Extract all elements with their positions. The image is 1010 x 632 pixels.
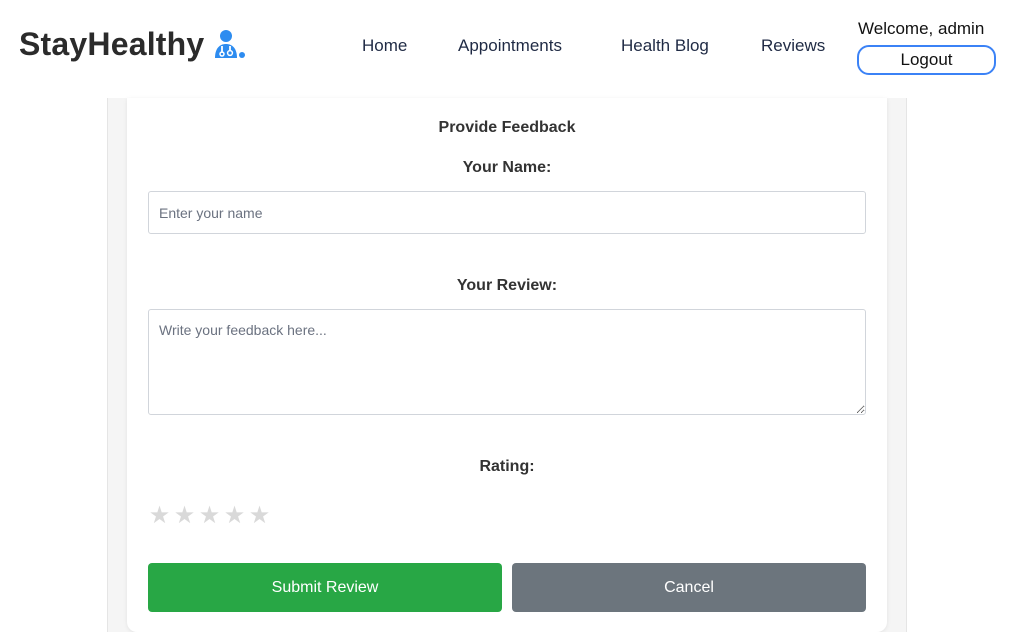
submit-review-button[interactable]: Submit Review [148, 563, 502, 612]
cancel-button[interactable]: Cancel [512, 563, 866, 612]
review-textarea[interactable] [148, 309, 866, 415]
nav-link-appointments[interactable]: Appointments [458, 36, 562, 56]
rating-stars: ★ ★ ★ ★ ★ [147, 502, 272, 530]
star-icon[interactable]: ★ [222, 502, 247, 530]
nav-link-home[interactable]: Home [362, 36, 407, 56]
name-label: Your Name: [462, 159, 552, 176]
nav-link-health-blog[interactable]: Health Blog [621, 36, 709, 56]
name-input[interactable] [148, 191, 866, 234]
logout-button[interactable]: Logout [857, 45, 996, 75]
rating-label: Rating: [479, 458, 535, 475]
form-title: Provide Feedback [438, 119, 576, 136]
star-icon[interactable]: ★ [147, 502, 172, 530]
star-icon[interactable]: ★ [247, 502, 272, 530]
review-label: Your Review: [456, 277, 558, 294]
nav-link-reviews[interactable]: Reviews [761, 36, 825, 56]
welcome-text: Welcome, admin [858, 19, 985, 38]
navbar: StayHealthy Home Appointments Health Blo… [0, 0, 1010, 98]
star-icon[interactable]: ★ [172, 502, 197, 530]
feedback-form-card: Provide Feedback Your Name: Your Review:… [127, 98, 887, 632]
star-icon[interactable]: ★ [197, 502, 222, 530]
